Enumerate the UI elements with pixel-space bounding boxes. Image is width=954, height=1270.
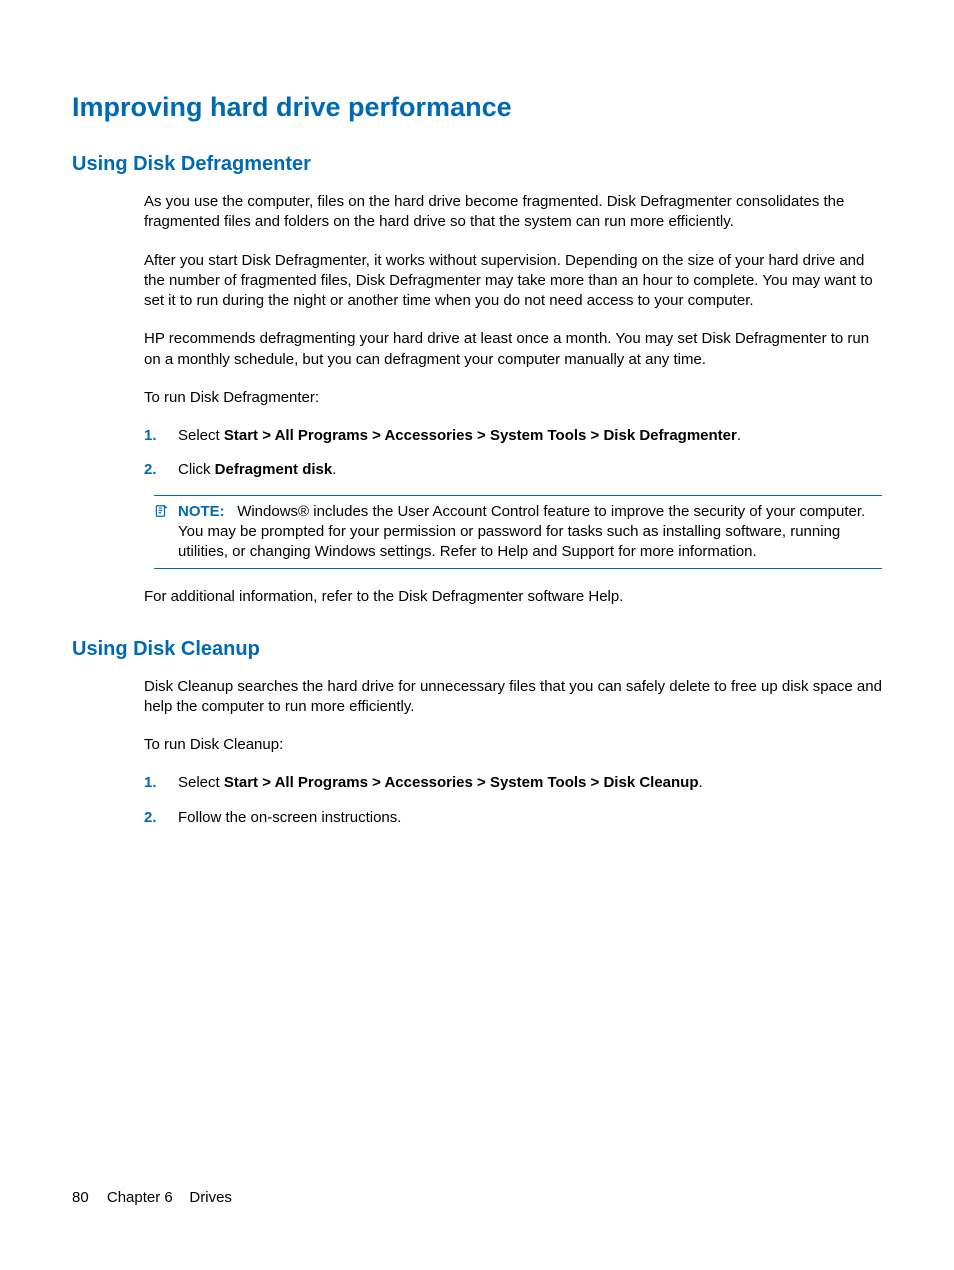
list-number: 2. bbox=[144, 808, 178, 828]
text-post: . bbox=[332, 461, 336, 478]
note-box: NOTE: Windows® includes the User Account… bbox=[154, 495, 882, 570]
list-item: 1. Select Start > All Programs > Accesso… bbox=[144, 426, 882, 446]
paragraph: Disk Cleanup searches the hard drive for… bbox=[144, 677, 882, 718]
list-text: Select Start > All Programs > Accessorie… bbox=[178, 773, 882, 793]
note-icon-col bbox=[154, 502, 178, 563]
list-number: 1. bbox=[144, 773, 178, 793]
note-label: NOTE: bbox=[178, 503, 225, 520]
text-pre: Select bbox=[178, 774, 224, 791]
note-body: Windows® includes the User Account Contr… bbox=[178, 503, 865, 561]
paragraph: To run Disk Cleanup: bbox=[144, 735, 882, 755]
note-icon bbox=[154, 504, 168, 518]
ordered-list: 1. Select Start > All Programs > Accesso… bbox=[144, 773, 882, 828]
list-item: 2. Click Defragment disk. bbox=[144, 460, 882, 480]
text-post: . bbox=[737, 427, 741, 444]
paragraph: For additional information, refer to the… bbox=[144, 587, 882, 607]
section-heading-defragmenter: Using Disk Defragmenter bbox=[72, 153, 882, 176]
note-text: NOTE: Windows® includes the User Account… bbox=[178, 502, 882, 563]
ordered-list: 1. Select Start > All Programs > Accesso… bbox=[144, 426, 882, 481]
text-pre: Follow the on-screen instructions. bbox=[178, 809, 401, 826]
section-heading-cleanup: Using Disk Cleanup bbox=[72, 638, 882, 661]
page-title: Improving hard drive performance bbox=[72, 92, 882, 123]
text-bold: Defragment disk bbox=[215, 461, 333, 478]
list-item: 1. Select Start > All Programs > Accesso… bbox=[144, 773, 882, 793]
chapter-name: Drives bbox=[189, 1189, 232, 1206]
paragraph: To run Disk Defragmenter: bbox=[144, 388, 882, 408]
list-text: Follow the on-screen instructions. bbox=[178, 808, 882, 828]
section-cleanup: Using Disk Cleanup Disk Cleanup searches… bbox=[72, 638, 882, 828]
list-item: 2. Follow the on-screen instructions. bbox=[144, 808, 882, 828]
list-text: Click Defragment disk. bbox=[178, 460, 882, 480]
paragraph: As you use the computer, files on the ha… bbox=[144, 192, 882, 233]
section-body-defragmenter: As you use the computer, files on the ha… bbox=[144, 192, 882, 608]
list-text: Select Start > All Programs > Accessorie… bbox=[178, 426, 882, 446]
chapter-label: Chapter 6 bbox=[107, 1189, 173, 1206]
section-body-cleanup: Disk Cleanup searches the hard drive for… bbox=[144, 677, 882, 828]
text-post: . bbox=[699, 774, 703, 791]
list-number: 1. bbox=[144, 426, 178, 446]
page-number: 80 bbox=[72, 1189, 89, 1206]
text-bold: Start > All Programs > Accessories > Sys… bbox=[224, 427, 737, 444]
paragraph: HP recommends defragmenting your hard dr… bbox=[144, 329, 882, 370]
text-pre: Click bbox=[178, 461, 215, 478]
list-number: 2. bbox=[144, 460, 178, 480]
page-footer: 80 Chapter 6 Drives bbox=[72, 1189, 232, 1206]
paragraph: After you start Disk Defragmenter, it wo… bbox=[144, 251, 882, 312]
text-bold: Start > All Programs > Accessories > Sys… bbox=[224, 774, 699, 791]
text-pre: Select bbox=[178, 427, 224, 444]
